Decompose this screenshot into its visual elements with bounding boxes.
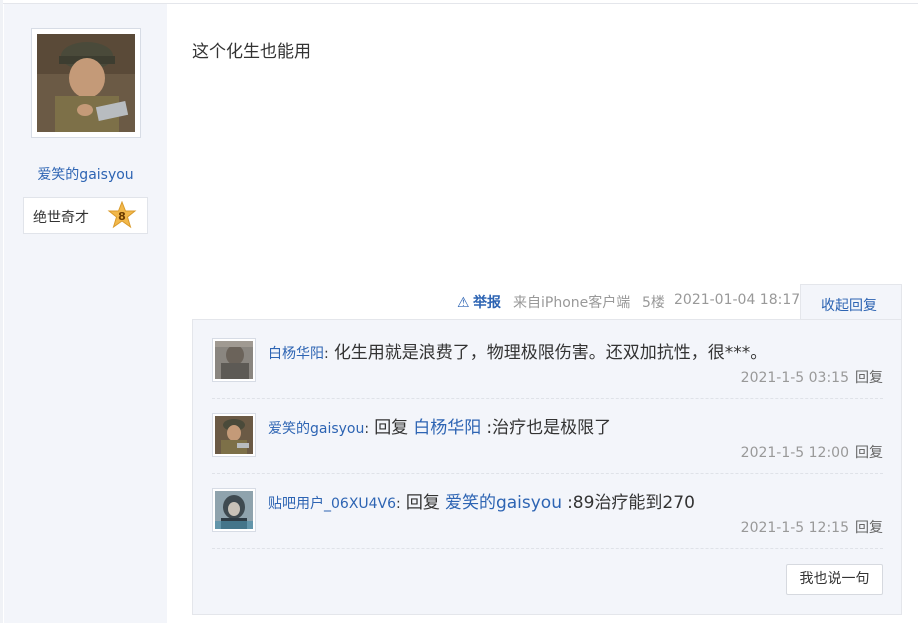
collapse-replies-label: 收起回复	[821, 298, 877, 314]
reply-line: 爱笑的gaisyou: 回复 白杨华阳 :治疗也是极限了	[268, 413, 611, 438]
post-content: 这个化生也能用	[192, 42, 311, 62]
soldier-avatar-icon	[37, 34, 135, 132]
reply-colon: :	[364, 421, 370, 437]
client-source: 来自iPhone客户端	[513, 295, 631, 311]
warning-icon: ⚠	[457, 295, 470, 311]
reply-divider	[212, 398, 883, 399]
reply-time: 2021-1-5 12:00	[740, 445, 849, 461]
reply-button[interactable]: 回复	[855, 520, 883, 536]
level-star-icon: 8	[107, 201, 137, 229]
reply-username[interactable]: 贴吧用户_06XU4V6	[268, 496, 396, 512]
masked-user-avatar-icon	[215, 491, 253, 529]
reply-avatar[interactable]	[212, 488, 256, 532]
reply-avatar[interactable]	[212, 413, 256, 457]
reply-line: 贴吧用户_06XU4V6: 回复 爱笑的gaisyou :89治疗能到270	[268, 488, 695, 513]
post-time: 2021-01-04 18:17	[674, 292, 801, 308]
floor-number: 5楼	[642, 295, 665, 311]
reply-username[interactable]: 白杨华阳	[268, 346, 324, 362]
report-label: 举报	[473, 295, 501, 311]
reply-mention-link[interactable]: 爱笑的gaisyou	[445, 493, 562, 513]
author-name-link[interactable]: 爱笑的gaisyou	[4, 164, 167, 184]
gray-user-avatar-icon	[215, 341, 253, 379]
reply-username[interactable]: 爱笑的gaisyou	[268, 421, 364, 437]
reply-panel: 白杨华阳: 化生用就是浪费了，物理极限伤害。还双加抗性，很***。 2021-1…	[192, 319, 902, 615]
reply-colon: :	[324, 346, 329, 362]
reply-colon: :	[396, 496, 401, 512]
reply-text: 化生用就是浪费了，物理极限伤害。还双加抗性，很***。	[333, 343, 768, 363]
reply-meta: 2021-1-5 12:15 回复	[741, 517, 883, 537]
reply-prefix: 回复	[405, 493, 440, 513]
soldier-avatar-icon	[215, 416, 253, 454]
reply-mention-link[interactable]: 白杨华阳	[413, 418, 481, 438]
reply-meta: 2021-1-5 03:15 回复	[741, 367, 883, 387]
reply-line: 白杨华阳: 化生用就是浪费了，物理极限伤害。还双加抗性，很***。	[268, 338, 767, 363]
level-badge-box: 绝世奇才 8	[23, 197, 148, 234]
reply-text: :治疗也是极限了	[486, 418, 612, 438]
reply-time: 2021-1-5 03:15	[740, 370, 849, 386]
report-link[interactable]: ⚠ 举报	[457, 292, 501, 312]
left-edge	[0, 0, 3, 623]
author-column: 爱笑的gaisyou 绝世奇才 8	[4, 4, 167, 623]
reply-time: 2021-1-5 12:15	[740, 520, 849, 536]
reply-meta: 2021-1-5 12:00 回复	[741, 442, 883, 462]
author-avatar[interactable]	[31, 28, 141, 138]
reply-button[interactable]: 回复	[855, 445, 883, 461]
reply-avatar[interactable]	[212, 338, 256, 382]
add-comment-button[interactable]: 我也说一句	[786, 564, 883, 595]
reply-button[interactable]: 回复	[855, 370, 883, 386]
level-number: 8	[118, 210, 126, 223]
collapse-replies-tab[interactable]: 收起回复	[800, 284, 902, 321]
reply-text: :89治疗能到270	[567, 493, 695, 513]
reply-divider	[212, 548, 883, 549]
reply-prefix: 回复	[374, 418, 409, 438]
reply-divider	[212, 473, 883, 474]
level-title: 绝世奇才	[33, 210, 89, 226]
